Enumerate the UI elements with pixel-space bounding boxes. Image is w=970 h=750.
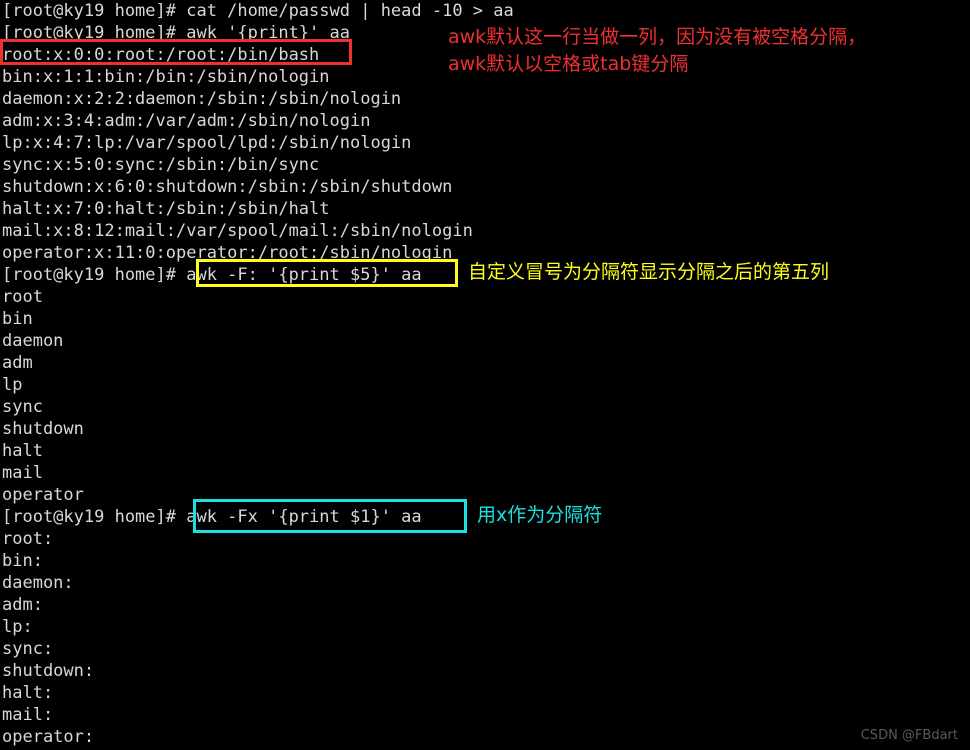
terminal-line: bin:	[2, 551, 43, 571]
terminal-line: daemon:	[2, 573, 74, 593]
terminal-output[interactable]: [root@ky19 home]# cat /home/passwd | hea…	[0, 0, 970, 748]
red-annotation-line1: awk默认这一行当做一列，因为没有被空格分隔，	[448, 26, 867, 48]
terminal-line: root	[2, 287, 43, 307]
terminal-line: sync:x:5:0:sync:/sbin:/bin/sync	[2, 155, 320, 175]
watermark: CSDN @FBdart	[860, 728, 958, 743]
terminal-line: adm:x:3:4:adm:/var/adm:/sbin/nologin	[2, 111, 371, 131]
cyan-annotation: 用x作为分隔符	[477, 504, 603, 526]
terminal-line: lp	[2, 375, 23, 395]
terminal-line: mail:x:8:12:mail:/var/spool/mail:/sbin/n…	[2, 221, 473, 241]
terminal-line: halt:x:7:0:halt:/sbin:/sbin/halt	[2, 199, 330, 219]
terminal-line: sync	[2, 397, 43, 417]
terminal-line: mail	[2, 463, 43, 483]
terminal-screen[interactable]: [root@ky19 home]# cat /home/passwd | hea…	[0, 0, 970, 750]
terminal-line: adm:	[2, 595, 43, 615]
red-annotation-line2: awk默认以空格或tab键分隔	[448, 53, 689, 75]
terminal-line: halt:	[2, 683, 54, 703]
terminal-line: shutdown:x:6:0:shutdown:/sbin:/sbin/shut…	[2, 177, 453, 197]
terminal-line: shutdown:	[2, 661, 95, 681]
terminal-line: adm	[2, 353, 33, 373]
terminal-line: mail:	[2, 705, 54, 725]
terminal-line: lp:x:4:7:lp:/var/spool/lpd:/sbin/nologin	[2, 133, 412, 153]
terminal-line: [root@ky19 home]# cat /home/passwd | hea…	[2, 1, 514, 21]
terminal-line: lp:	[2, 617, 33, 637]
terminal-line: daemon:x:2:2:daemon:/sbin:/sbin/nologin	[2, 89, 402, 109]
terminal-line: operator:	[2, 727, 95, 747]
terminal-line: bin	[2, 309, 33, 329]
terminal-line: sync:	[2, 639, 54, 659]
yellow-annotation: 自定义冒号为分隔符显示分隔之后的第五列	[468, 261, 830, 283]
terminal-line: halt	[2, 441, 43, 461]
terminal-line: root:	[2, 529, 54, 549]
terminal-line: daemon	[2, 331, 64, 351]
terminal-line: shutdown	[2, 419, 84, 439]
